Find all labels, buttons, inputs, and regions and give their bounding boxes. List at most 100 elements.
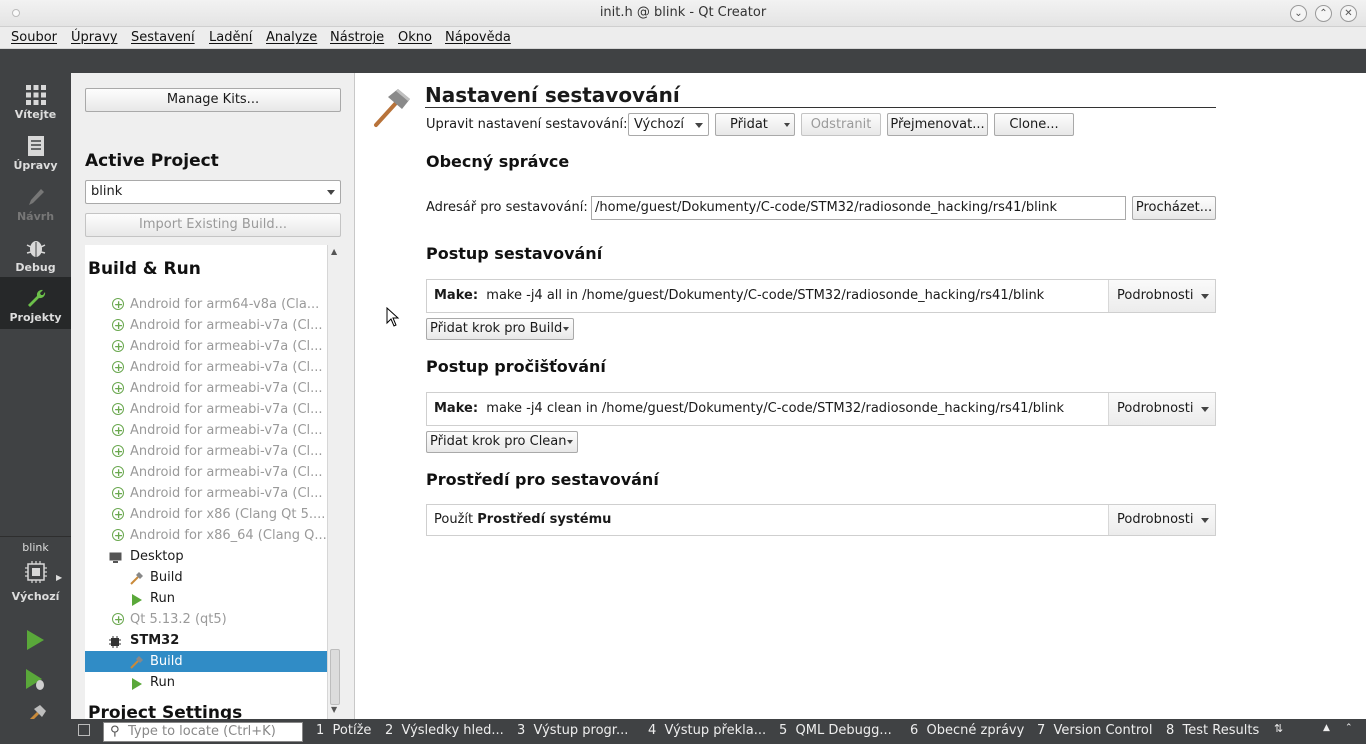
rename-config-button[interactable]: Přejmenovat...	[887, 113, 988, 136]
tree-run-item[interactable]: Run	[85, 672, 327, 693]
tree-run-item[interactable]: Run	[85, 588, 327, 609]
build-config-select[interactable]: Výchozí	[628, 113, 709, 136]
tree-build-item[interactable]: Build	[85, 651, 327, 672]
chip-icon	[109, 634, 121, 648]
add-kit-icon	[112, 483, 124, 504]
kit-item[interactable]: Android for armeabi-v7a (Cl...	[85, 441, 327, 462]
build-dir-input[interactable]: /home/guest/Dokumenty/C-code/STM32/radio…	[591, 196, 1126, 220]
clean-step-details-button[interactable]: Podrobnosti	[1108, 393, 1215, 425]
output-pane-tab[interactable]: 1 Potíže	[316, 723, 371, 738]
kit-item[interactable]: Android for x86_64 (Clang Q...	[85, 525, 327, 546]
menu-tools[interactable]: Nástroje	[330, 30, 384, 45]
build-run-heading: Build & Run	[88, 259, 201, 279]
tab-label: Obecné zprávy	[926, 723, 1025, 738]
tab-label: Výstup překla...	[664, 723, 767, 738]
clean-step-prefix: Make:	[434, 401, 479, 416]
env-details-button[interactable]: Podrobnosti	[1108, 505, 1215, 535]
chevron-down-icon	[1201, 518, 1209, 523]
tree-scrollbar[interactable]: ▲ ▼	[327, 245, 341, 719]
chip-icon	[24, 560, 48, 584]
close-button[interactable]: ✕	[1340, 5, 1357, 22]
add-clean-step-button[interactable]: Přidat krok pro Clean	[426, 431, 578, 453]
mode-design[interactable]: Návrh	[0, 180, 71, 230]
active-project-value: blink	[91, 184, 123, 199]
kit-item[interactable]: Android for x86 (Clang Qt 5....	[85, 504, 327, 525]
kit-item[interactable]: Desktop	[85, 546, 327, 567]
tab-number: 3	[517, 723, 526, 738]
add-config-button[interactable]: Přidat	[715, 113, 795, 136]
add-kit-icon	[112, 378, 124, 399]
kit-item[interactable]: Android for arm64-v8a (Cla...	[85, 294, 327, 315]
add-kit-icon	[112, 462, 124, 483]
kit-item[interactable]: Android for armeabi-v7a (Cl...	[85, 399, 327, 420]
output-pane-tab[interactable]: 6 Obecné zprávy	[910, 723, 1024, 738]
grid-icon	[24, 84, 48, 106]
mode-welcome[interactable]: Vítejte	[0, 78, 71, 128]
env-value: Prostředí systému	[477, 512, 612, 527]
kit-item[interactable]: Android for armeabi-v7a (Cl...	[85, 462, 327, 483]
up-arrow-icon[interactable]: ▲	[1323, 723, 1330, 733]
menu-edit[interactable]: Úpravy	[71, 30, 117, 45]
output-pane-tab[interactable]: 4 Výstup překla...	[648, 723, 766, 738]
build-run-tree: Build & Run Android for arm64-v8a (Cla..…	[85, 245, 327, 719]
menu-file[interactable]: Soubor	[11, 30, 57, 45]
scroll-down-icon[interactable]: ▼	[331, 705, 337, 714]
minimize-button[interactable]: ⌄	[1290, 5, 1307, 22]
run-icon	[131, 676, 143, 690]
maximize-button[interactable]: ⌃	[1315, 5, 1332, 22]
debug-run-button[interactable]	[22, 666, 48, 692]
sidebar-toggle-icon[interactable]	[78, 724, 90, 736]
add-clean-step-label: Přidat krok pro Clean	[430, 434, 567, 449]
import-build-button[interactable]: Import Existing Build...	[85, 213, 341, 237]
expand-icon[interactable]: ⌃	[1345, 723, 1353, 733]
menu-window[interactable]: Okno	[398, 30, 432, 45]
tab-label: Výsledky hled...	[401, 723, 504, 738]
kit-item[interactable]: Android for armeabi-v7a (Cl...	[85, 378, 327, 399]
tree-item-label: Build	[150, 570, 183, 585]
scroll-up-icon[interactable]: ▲	[331, 247, 337, 256]
run-button[interactable]	[22, 627, 48, 653]
menu-debug[interactable]: Ladění	[209, 30, 252, 45]
manage-kits-button[interactable]: Manage Kits...	[85, 88, 341, 112]
menu-build[interactable]: Sestavení	[131, 30, 195, 45]
output-pane-tab[interactable]: 2 Výsledky hled...	[385, 723, 504, 738]
chevron-down-icon	[784, 123, 790, 127]
add-build-step-button[interactable]: Přidat krok pro Build	[426, 318, 574, 340]
menu-analyze[interactable]: Analyze	[266, 30, 317, 45]
menu-bar: Soubor Úpravy Sestavení Ladění Analyze N…	[0, 27, 1366, 49]
locator-placeholder: Type to locate (Ctrl+K)	[128, 724, 276, 739]
output-pane-tab[interactable]: 8 Test Results	[1166, 723, 1259, 738]
tree-build-item[interactable]: Build	[85, 567, 327, 588]
add-kit-icon	[112, 525, 124, 546]
tree-item-label: Android for armeabi-v7a (Cl...	[130, 486, 323, 501]
output-pane-tab[interactable]: 3 Výstup progr...	[517, 723, 628, 738]
kit-selector[interactable]: blink ▶ Výchozí	[0, 536, 71, 616]
tree-item-label: Android for armeabi-v7a (Cl...	[130, 360, 323, 375]
kit-item[interactable]: Qt 5.13.2 (qt5)	[85, 609, 327, 630]
kit-item[interactable]: Android for armeabi-v7a (Cl...	[85, 336, 327, 357]
kit-item[interactable]: Android for armeabi-v7a (Cl...	[85, 483, 327, 504]
kit-item[interactable]: Android for armeabi-v7a (Cl...	[85, 357, 327, 378]
kit-item[interactable]: Android for armeabi-v7a (Cl...	[85, 420, 327, 441]
add-kit-icon	[112, 336, 124, 357]
kit-item[interactable]: Android for armeabi-v7a (Cl...	[85, 315, 327, 336]
browse-button[interactable]: Procházet...	[1132, 196, 1216, 220]
mode-debug[interactable]: Debug	[0, 231, 71, 281]
output-pane-tab[interactable]: 7 Version Control	[1037, 723, 1152, 738]
kit-item[interactable]: STM32	[85, 630, 327, 651]
updown-arrows-icon[interactable]: ⇅	[1274, 722, 1283, 735]
tab-number: 8	[1166, 723, 1175, 738]
mode-projects[interactable]: Projekty	[0, 277, 71, 329]
build-step-details-button[interactable]: Podrobnosti	[1108, 280, 1215, 312]
mode-edit[interactable]: Úpravy	[0, 129, 71, 179]
clone-config-button[interactable]: Clone...	[994, 113, 1074, 136]
remove-config-button[interactable]: Odstranit	[801, 113, 881, 136]
tree-item-label: Android for armeabi-v7a (Cl...	[130, 423, 323, 438]
scroll-thumb[interactable]	[330, 649, 340, 705]
env-heading: Prostředí pro sestavování	[426, 470, 659, 489]
locator-input[interactable]: ⚲ Type to locate (Ctrl+K)	[103, 722, 303, 742]
mode-debug-label: Debug	[15, 261, 56, 274]
output-pane-tab[interactable]: 5 QML Debugg...	[779, 723, 892, 738]
active-project-select[interactable]: blink	[85, 180, 341, 204]
menu-help[interactable]: Nápověda	[445, 30, 511, 45]
